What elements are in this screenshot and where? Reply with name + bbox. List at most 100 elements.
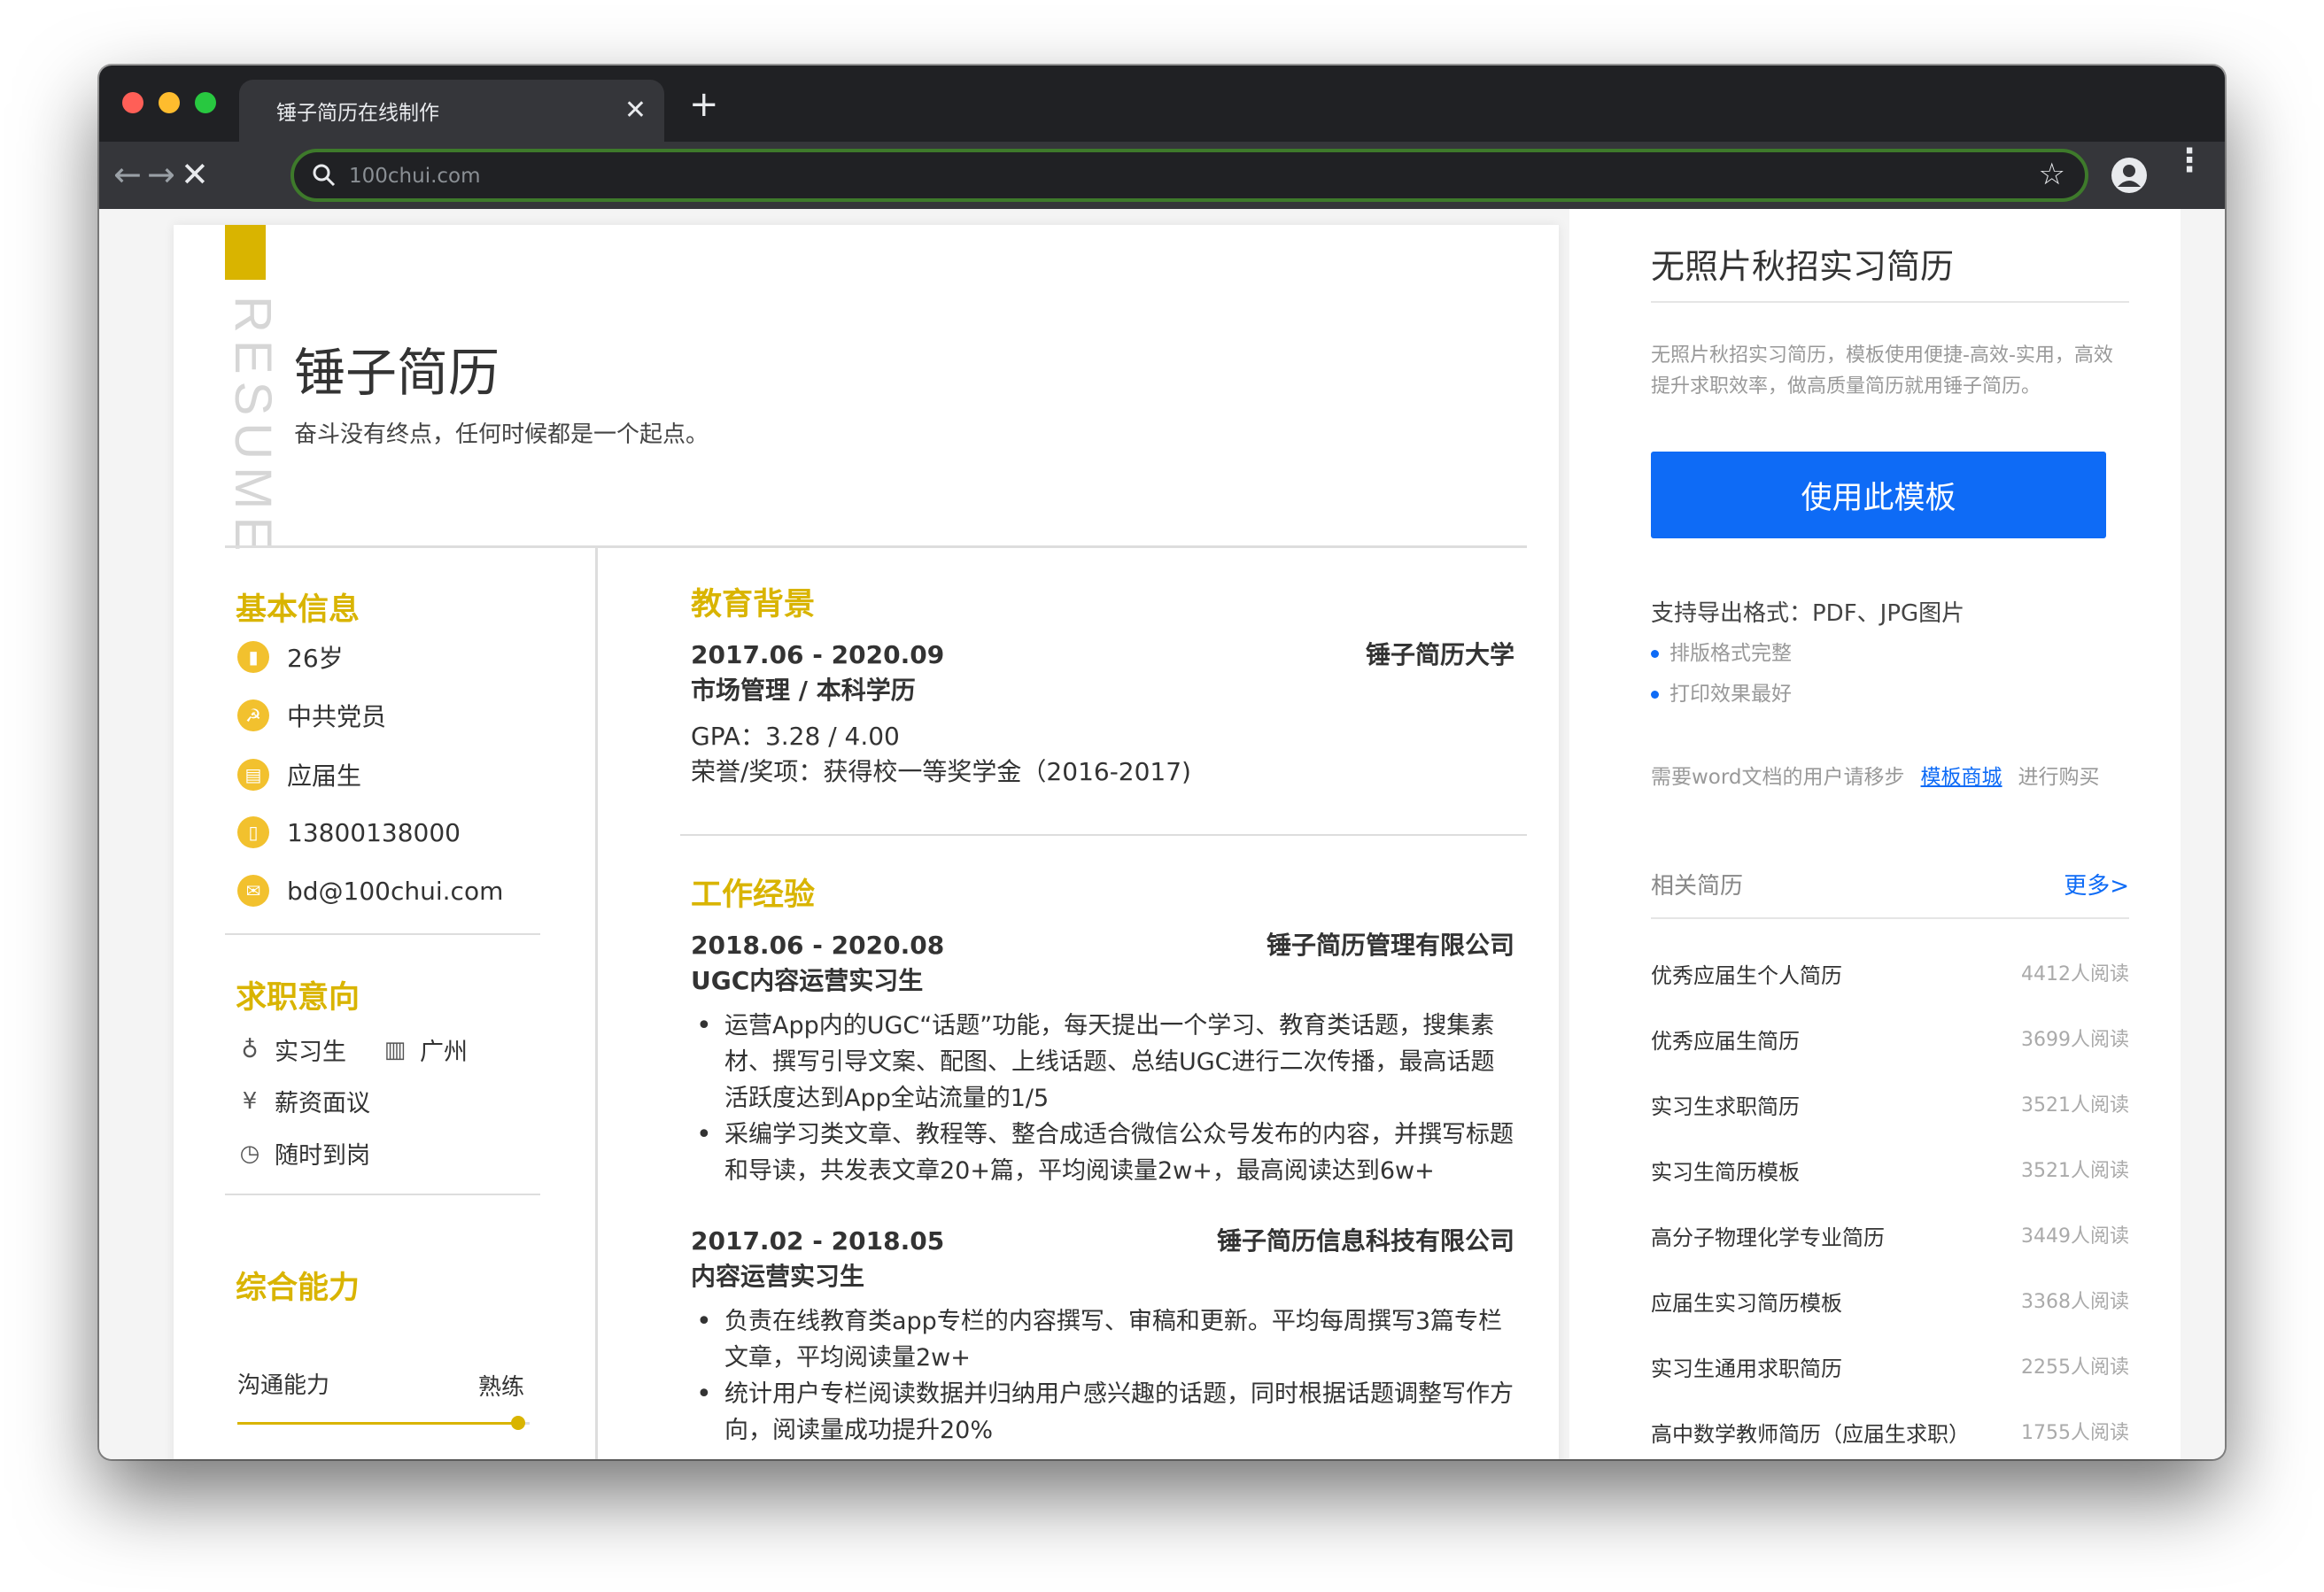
related-item-name: 实习生简历模板 — [1651, 1160, 1800, 1185]
related-item-reads: 3521人阅读 — [2021, 1160, 2129, 1182]
accent-bar — [225, 225, 266, 280]
info-phone-text: 13800138000 — [287, 817, 461, 847]
education-school: 锤子简历大学 — [1365, 640, 1514, 669]
work-bullet: 采编学习类文章、教程等、整合成适合微信公众号发布的内容，并撰写标题和导读，共发表… — [691, 1117, 1514, 1189]
intent-job: ♁ 实习生 — [237, 1032, 346, 1067]
bookmark-star-icon[interactable]: ☆ — [2039, 157, 2065, 192]
info-politics-text: 中共党员 — [287, 702, 387, 731]
related-item-reads: 3521人阅读 — [2021, 1094, 2129, 1117]
mail-icon: ✉ — [237, 875, 269, 907]
intent-divider — [225, 1194, 540, 1195]
template-store-link[interactable]: 模板商城 — [1921, 766, 2003, 789]
tab-bar: 锤子简历在线制作 ✕ + — [99, 66, 2225, 142]
related-item-reads: 3699人阅读 — [2021, 1029, 2129, 1051]
yen-icon: ¥ — [242, 1087, 258, 1115]
resume-motto: 奋斗没有终点，任何时候都是一个起点。 — [294, 421, 709, 448]
job-intent-title: 求职意向 — [236, 980, 360, 1016]
more-link[interactable]: 更多> — [2064, 868, 2129, 900]
related-item[interactable]: 应届生实习简历模板 3368人阅读 — [1651, 1286, 2129, 1317]
feature-item-text: 排版格式完整 — [1669, 642, 1792, 665]
feature-item: 打印效果最好 — [1651, 676, 1792, 707]
account-icon[interactable] — [2111, 158, 2147, 193]
tab-title: 锤子简历在线制作 — [276, 102, 439, 125]
skills-title: 综合能力 — [236, 1271, 360, 1306]
intent-city: ▥ 广州 — [383, 1032, 468, 1067]
related-item-name: 优秀应届生个人简历 — [1651, 963, 1842, 988]
clock-icon: ◷ — [239, 1140, 260, 1167]
phone-icon: ▯ — [237, 816, 269, 848]
template-description: 无照片秋招实习简历，模板使用便捷-高效-实用，高效提升求职效率，做高质量简历就用… — [1651, 344, 2113, 398]
back-icon[interactable]: ← — [113, 154, 142, 195]
info-status: ▤ 应届生 — [237, 757, 361, 792]
work-bullet: 统计用户专栏阅读数据并归纳用户感兴趣的话题，同时根据话题调整写作方向，阅读量成功… — [691, 1376, 1514, 1449]
related-divider — [1651, 917, 2129, 919]
stop-loading-icon[interactable]: ✕ — [181, 154, 209, 195]
forward-icon[interactable]: → — [147, 154, 175, 195]
work-role: 内容运营实习生 — [691, 1262, 865, 1291]
url-text: 100chui.com — [349, 165, 481, 188]
skill-bar-knob — [510, 1416, 525, 1430]
work-period: 2018.06 - 2020.08 — [691, 931, 945, 960]
related-item[interactable]: 实习生求职简历 3521人阅读 — [1651, 1089, 2129, 1120]
building-icon: ▥ — [383, 1036, 407, 1063]
intent-salary-text: 薪资面议 — [275, 1090, 370, 1117]
column-divider — [595, 547, 598, 1459]
skill-level: 熟练 — [478, 1374, 525, 1401]
related-item[interactable]: 实习生简历模板 3521人阅读 — [1651, 1155, 2129, 1186]
related-item[interactable]: 高中数学教师简历（应届生求职） 1755人阅读 — [1651, 1417, 2129, 1448]
related-item[interactable]: 优秀应届生简历 3699人阅读 — [1651, 1024, 2129, 1055]
browser-menu-icon[interactable]: ⋮ — [2173, 145, 2205, 177]
info-email: ✉ bd@100chui.com — [237, 875, 503, 907]
education-title: 教育背景 — [691, 587, 816, 622]
related-item[interactable]: 高分子物理化学专业简历 3449人阅读 — [1651, 1220, 2129, 1251]
skill-bar — [237, 1416, 530, 1430]
related-item-reads: 1755人阅读 — [2021, 1422, 2129, 1444]
sidebar-title-divider — [1651, 301, 2129, 303]
feature-item: 排版格式完整 — [1651, 636, 1792, 666]
related-item-name: 实习生求职简历 — [1651, 1094, 1800, 1119]
export-formats: 支持导出格式：PDF、JPG图片 — [1651, 600, 1965, 627]
info-politics: ☭ 中共党员 — [237, 698, 386, 733]
search-icon — [313, 164, 336, 187]
related-item-name: 高中数学教师简历（应届生求职） — [1651, 1422, 1970, 1447]
work-company: 锤子简历信息科技有限公司 — [1216, 1226, 1514, 1256]
basic-info-title: 基本信息 — [236, 592, 360, 628]
address-bar[interactable]: 100chui.com ☆ — [290, 149, 2088, 202]
tie-icon: ♁ — [241, 1036, 259, 1063]
header-divider — [225, 545, 1527, 548]
work-period: 2017.02 - 2018.05 — [691, 1226, 945, 1256]
skill-bar-fill — [237, 1422, 518, 1425]
work-company: 锤子简历管理有限公司 — [1266, 931, 1514, 960]
education-entry: 2017.06 - 2020.09 锤子简历大学 市场管理 / 本科学历 GPA… — [691, 638, 1514, 790]
chart-icon: ▮ — [237, 641, 269, 673]
education-gpa: GPA：3.28 / 4.00 — [691, 722, 900, 751]
info-age-text: 26岁 — [287, 644, 344, 673]
work-bullet: 运营App内的UGC“话题”功能，每天提出一个学习、教育类话题，搜集素材、撰写引… — [691, 1008, 1514, 1117]
related-item[interactable]: 实习生通用求职简历 2255人阅读 — [1651, 1351, 2129, 1382]
intent-salary: ¥ 薪资面议 — [237, 1084, 370, 1118]
info-status-text: 应届生 — [287, 761, 362, 791]
intent-start-text: 随时到岗 — [275, 1142, 370, 1170]
party-icon: ☭ — [237, 699, 269, 731]
minimize-window-button[interactable] — [159, 92, 180, 113]
intent-start: ◷ 随时到岗 — [237, 1136, 370, 1171]
browser-window: 锤子简历在线制作 ✕ + ← → ✕ 100chui.com ☆ ⋮ RESUM… — [99, 66, 2225, 1459]
browser-tab[interactable]: 锤子简历在线制作 ✕ — [239, 80, 664, 142]
resume-name: 锤子简历 — [294, 344, 500, 402]
related-item-name: 应届生实习简历模板 — [1651, 1291, 1842, 1316]
education-honor: 荣誉/奖项：获得校一等奖学金（2016-2017) — [691, 757, 1191, 786]
info-phone: ▯ 13800138000 — [237, 816, 461, 848]
use-template-button[interactable]: 使用此模板 — [1651, 452, 2106, 538]
browser-toolbar: ← → ✕ 100chui.com ☆ ⋮ — [99, 142, 2225, 209]
new-tab-button[interactable]: + — [689, 87, 719, 122]
page-content: RESUME 锤子简历 奋斗没有终点，任何时候都是一个起点。 基本信息 ▮ 26… — [99, 209, 2225, 1459]
close-window-button[interactable] — [122, 92, 143, 113]
work-entry-1: 2018.06 - 2020.08 锤子简历管理有限公司 UGC内容运营实习生 … — [691, 928, 1514, 1189]
template-title: 无照片秋招实习简历 — [1651, 247, 1955, 286]
tab-close-icon[interactable]: ✕ — [624, 96, 647, 126]
maximize-window-button[interactable] — [195, 92, 216, 113]
intent-city-text: 广州 — [420, 1039, 468, 1066]
related-item[interactable]: 优秀应届生个人简历 4412人阅读 — [1651, 958, 2129, 989]
template-sidebar: 无照片秋招实习简历 无照片秋招实习简历，模板使用便捷-高效-实用，高效提升求职效… — [1569, 209, 2181, 1459]
window-controls — [122, 92, 216, 113]
